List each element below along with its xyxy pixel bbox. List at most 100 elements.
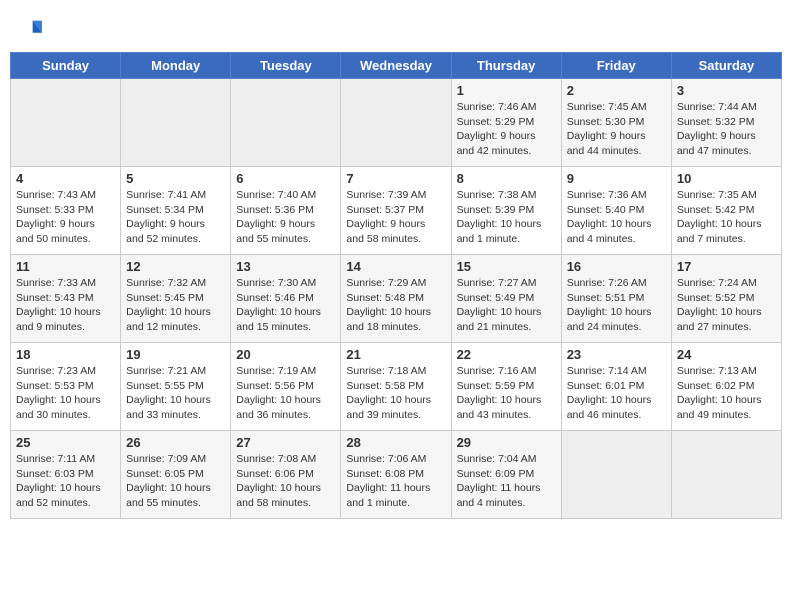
day-info: Sunrise: 7:06 AM Sunset: 6:08 PM Dayligh… [346,452,445,511]
calendar-cell [121,79,231,167]
day-info: Sunrise: 7:39 AM Sunset: 5:37 PM Dayligh… [346,188,445,247]
day-info: Sunrise: 7:24 AM Sunset: 5:52 PM Dayligh… [677,276,776,335]
day-number: 11 [16,259,115,274]
day-info: Sunrise: 7:40 AM Sunset: 5:36 PM Dayligh… [236,188,335,247]
calendar-cell: 28 Sunrise: 7:06 AM Sunset: 6:08 PM Dayli… [341,431,451,519]
day-info: Sunrise: 7:46 AM Sunset: 5:29 PM Dayligh… [457,100,556,159]
day-number: 9 [567,171,666,186]
calendar-cell: 25 Sunrise: 7:11 AM Sunset: 6:03 PM Dayli… [11,431,121,519]
calendar-cell: 21 Sunrise: 7:18 AM Sunset: 5:58 PM Dayli… [341,343,451,431]
calendar-cell: 19Sunrise: 7:21 AM Sunset: 5:55 PM Dayli… [121,343,231,431]
day-number: 22 [457,347,556,362]
day-number: 28 [346,435,445,450]
day-info: Sunrise: 7:43 AM Sunset: 5:33 PM Dayligh… [16,188,115,247]
logo [14,16,44,44]
calendar-cell: 7 Sunrise: 7:39 AM Sunset: 5:37 PM Daylig… [341,167,451,255]
day-info: Sunrise: 7:45 AM Sunset: 5:30 PM Dayligh… [567,100,666,159]
day-info: Sunrise: 7:29 AM Sunset: 5:48 PM Dayligh… [346,276,445,335]
calendar-cell [231,79,341,167]
weekday-header: Sunday [11,53,121,79]
day-info: Sunrise: 7:44 AM Sunset: 5:32 PM Dayligh… [677,100,776,159]
weekday-header: Monday [121,53,231,79]
day-number: 21 [346,347,445,362]
calendar-cell [561,431,671,519]
calendar-cell: 13 Sunrise: 7:30 AM Sunset: 5:46 PM Dayli… [231,255,341,343]
calendar-cell: 20 Sunrise: 7:19 AM Sunset: 5:56 PM Dayli… [231,343,341,431]
day-number: 27 [236,435,335,450]
day-number: 7 [346,171,445,186]
day-number: 3 [677,83,776,98]
weekday-header: Saturday [671,53,781,79]
day-number: 18 [16,347,115,362]
calendar-cell [11,79,121,167]
calendar-cell: 4 Sunrise: 7:43 AM Sunset: 5:33 PM Daylig… [11,167,121,255]
day-info: Sunrise: 7:38 AM Sunset: 5:39 PM Dayligh… [457,188,556,247]
header-row: SundayMondayTuesdayWednesdayThursdayFrid… [11,53,782,79]
day-number: 15 [457,259,556,274]
day-number: 8 [457,171,556,186]
day-info: Sunrise: 7:08 AM Sunset: 6:06 PM Dayligh… [236,452,335,511]
day-number: 24 [677,347,776,362]
logo-icon [14,16,42,44]
calendar-cell: 12 Sunrise: 7:32 AM Sunset: 5:45 PM Dayli… [121,255,231,343]
day-info: Sunrise: 7:32 AM Sunset: 5:45 PM Dayligh… [126,276,225,335]
calendar-cell [671,431,781,519]
day-info: Sunrise: 7:09 AM Sunset: 6:05 PM Dayligh… [126,452,225,511]
day-info: Sunrise: 7:04 AM Sunset: 6:09 PM Dayligh… [457,452,556,511]
day-number: 13 [236,259,335,274]
calendar-header: SundayMondayTuesdayWednesdayThursdayFrid… [11,53,782,79]
day-number: 29 [457,435,556,450]
calendar-cell: 1Sunrise: 7:46 AM Sunset: 5:29 PM Daylig… [451,79,561,167]
calendar-cell: 6Sunrise: 7:40 AM Sunset: 5:36 PM Daylig… [231,167,341,255]
day-info: Sunrise: 7:11 AM Sunset: 6:03 PM Dayligh… [16,452,115,511]
calendar-cell [341,79,451,167]
day-info: Sunrise: 7:14 AM Sunset: 6:01 PM Dayligh… [567,364,666,423]
day-number: 17 [677,259,776,274]
calendar-cell: 10 Sunrise: 7:35 AM Sunset: 5:42 PM Dayli… [671,167,781,255]
day-number: 14 [346,259,445,274]
weekday-header: Tuesday [231,53,341,79]
page-header [10,10,782,44]
weekday-header: Wednesday [341,53,451,79]
calendar-cell: 27 Sunrise: 7:08 AM Sunset: 6:06 PM Dayli… [231,431,341,519]
calendar-cell: 26Sunrise: 7:09 AM Sunset: 6:05 PM Dayli… [121,431,231,519]
day-info: Sunrise: 7:16 AM Sunset: 5:59 PM Dayligh… [457,364,556,423]
week-row: 11 Sunrise: 7:33 AM Sunset: 5:43 PM Dayli… [11,255,782,343]
day-number: 25 [16,435,115,450]
calendar-cell: 14 Sunrise: 7:29 AM Sunset: 5:48 PM Dayli… [341,255,451,343]
day-number: 4 [16,171,115,186]
day-info: Sunrise: 7:36 AM Sunset: 5:40 PM Dayligh… [567,188,666,247]
day-info: Sunrise: 7:35 AM Sunset: 5:42 PM Dayligh… [677,188,776,247]
week-row: 1Sunrise: 7:46 AM Sunset: 5:29 PM Daylig… [11,79,782,167]
week-row: 25 Sunrise: 7:11 AM Sunset: 6:03 PM Dayli… [11,431,782,519]
day-info: Sunrise: 7:18 AM Sunset: 5:58 PM Dayligh… [346,364,445,423]
calendar-cell: 5 Sunrise: 7:41 AM Sunset: 5:34 PM Daylig… [121,167,231,255]
day-number: 12 [126,259,225,274]
day-info: Sunrise: 7:26 AM Sunset: 5:51 PM Dayligh… [567,276,666,335]
day-number: 20 [236,347,335,362]
calendar-cell: 17 Sunrise: 7:24 AM Sunset: 5:52 PM Dayli… [671,255,781,343]
week-row: 4 Sunrise: 7:43 AM Sunset: 5:33 PM Daylig… [11,167,782,255]
day-number: 19 [126,347,225,362]
calendar-cell: 16 Sunrise: 7:26 AM Sunset: 5:51 PM Dayli… [561,255,671,343]
day-number: 10 [677,171,776,186]
day-number: 23 [567,347,666,362]
calendar-cell: 29 Sunrise: 7:04 AM Sunset: 6:09 PM Dayli… [451,431,561,519]
calendar-cell: 3 Sunrise: 7:44 AM Sunset: 5:32 PM Daylig… [671,79,781,167]
day-number: 5 [126,171,225,186]
day-number: 2 [567,83,666,98]
day-info: Sunrise: 7:41 AM Sunset: 5:34 PM Dayligh… [126,188,225,247]
calendar-cell: 18Sunrise: 7:23 AM Sunset: 5:53 PM Dayli… [11,343,121,431]
day-info: Sunrise: 7:27 AM Sunset: 5:49 PM Dayligh… [457,276,556,335]
calendar-cell: 9 Sunrise: 7:36 AM Sunset: 5:40 PM Daylig… [561,167,671,255]
day-info: Sunrise: 7:19 AM Sunset: 5:56 PM Dayligh… [236,364,335,423]
calendar-body: 1Sunrise: 7:46 AM Sunset: 5:29 PM Daylig… [11,79,782,519]
calendar-cell: 24Sunrise: 7:13 AM Sunset: 6:02 PM Dayli… [671,343,781,431]
day-number: 16 [567,259,666,274]
day-info: Sunrise: 7:33 AM Sunset: 5:43 PM Dayligh… [16,276,115,335]
calendar-cell: 15 Sunrise: 7:27 AM Sunset: 5:49 PM Dayli… [451,255,561,343]
calendar-cell: 8 Sunrise: 7:38 AM Sunset: 5:39 PM Daylig… [451,167,561,255]
day-info: Sunrise: 7:30 AM Sunset: 5:46 PM Dayligh… [236,276,335,335]
weekday-header: Friday [561,53,671,79]
calendar-cell: 2 Sunrise: 7:45 AM Sunset: 5:30 PM Daylig… [561,79,671,167]
